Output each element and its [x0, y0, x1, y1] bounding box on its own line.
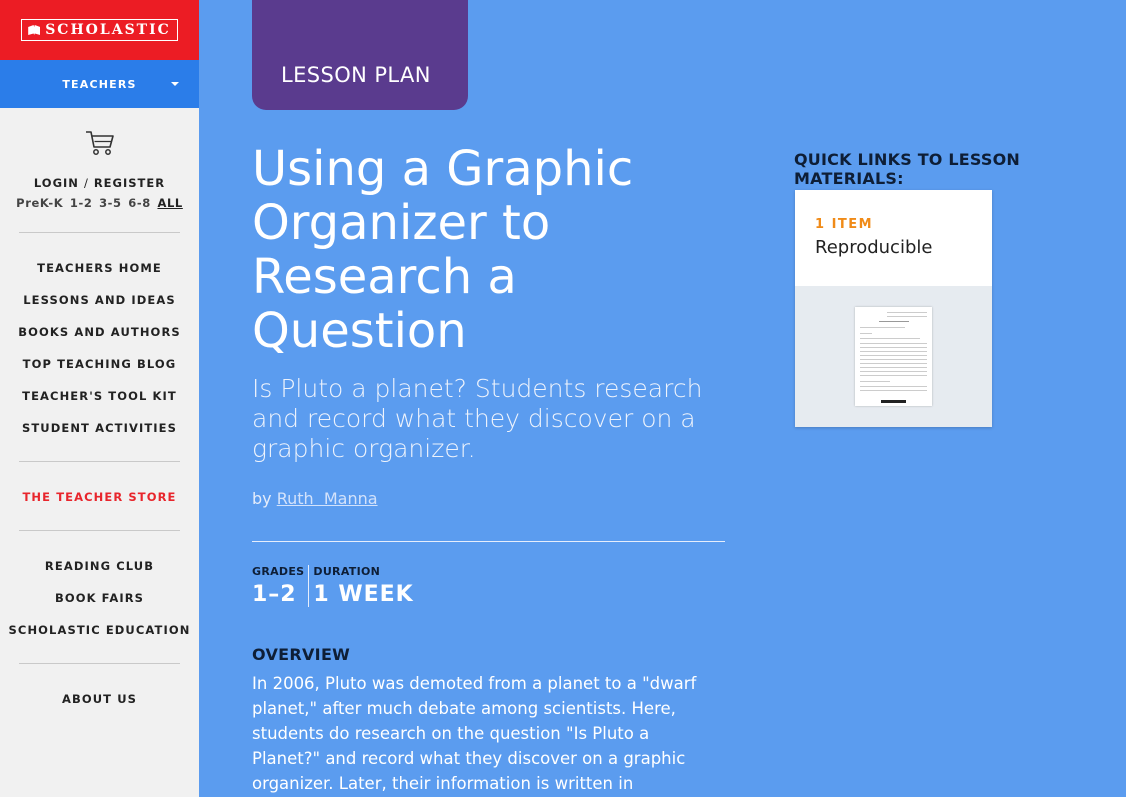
- nav-student-activities[interactable]: STUDENT ACTIVITIES: [0, 412, 199, 444]
- nav-reading-club[interactable]: READING CLUB: [0, 550, 199, 582]
- grade-3-5[interactable]: 3-5: [99, 196, 122, 210]
- byline: by Ruth Manna: [252, 489, 378, 508]
- grades-value: 1–2: [252, 582, 297, 607]
- quick-links-heading: QUICK LINKS TO LESSON MATERIALS:: [794, 150, 1021, 188]
- nav-teachers-home[interactable]: TEACHERS HOME: [0, 252, 199, 284]
- nav-teacher-store[interactable]: THE TEACHER STORE: [0, 481, 199, 513]
- nav-lessons-and-ideas[interactable]: LESSONS AND IDEAS: [0, 284, 199, 316]
- shopping-cart-icon: [85, 131, 114, 155]
- overview-heading: OVERVIEW: [252, 645, 351, 664]
- nav-books-and-authors[interactable]: BOOKS AND AUTHORS: [0, 316, 199, 348]
- lesson-meta: GRADES 1–2 DURATION 1 WEEK: [252, 565, 418, 607]
- teachers-dropdown[interactable]: TEACHERS: [0, 60, 199, 108]
- nav-about-us[interactable]: ABOUT US: [0, 683, 199, 715]
- nav-book-fairs[interactable]: BOOK FAIRS: [0, 582, 199, 614]
- login-register: LOGIN / REGISTER: [0, 176, 199, 190]
- grades-block: GRADES 1–2: [252, 565, 308, 607]
- item-count: 1 ITEM: [815, 217, 874, 232]
- scholastic-logo[interactable]: SCHOLASTIC: [21, 19, 178, 41]
- grade-prek-k[interactable]: PreK-K: [16, 196, 63, 210]
- login-link[interactable]: LOGIN: [34, 176, 79, 190]
- lesson-plan-tab: LESSON PLAN: [252, 0, 468, 110]
- divider: [252, 541, 725, 542]
- nav-group-about: ABOUT US: [0, 664, 199, 732]
- nav-teachers-tool-kit[interactable]: TEACHER'S TOOL KIT: [0, 380, 199, 412]
- nav-group-store: THE TEACHER STORE: [0, 462, 199, 530]
- grade-all[interactable]: ALL: [157, 196, 182, 210]
- nav-group-programs: READING CLUB BOOK FAIRS SCHOLASTIC EDUCA…: [0, 531, 199, 663]
- byline-prefix: by: [252, 489, 272, 508]
- logo-text: SCHOLASTIC: [45, 22, 171, 38]
- brand-bar: SCHOLASTIC: [0, 0, 199, 60]
- materials-card[interactable]: 1 ITEM Reproducible: [795, 190, 992, 427]
- cart-button[interactable]: [0, 130, 199, 156]
- lesson-title: Using a Graphic Organizer to Research a …: [252, 141, 634, 359]
- lesson-subtitle: Is Pluto a planet? Students research and…: [252, 374, 703, 463]
- sidebar: SCHOLASTIC TEACHERS LOGIN / REGISTER Pre…: [0, 0, 199, 797]
- caret-down-icon: [171, 82, 179, 86]
- overview-text: In 2006, Pluto was demoted from a planet…: [252, 674, 697, 793]
- duration-label: DURATION: [313, 565, 381, 578]
- duration-value: 1 WEEK: [313, 582, 414, 607]
- document-preview-icon: [855, 307, 932, 406]
- book-icon: [28, 25, 41, 35]
- grade-1-2[interactable]: 1-2: [70, 196, 93, 210]
- register-link[interactable]: REGISTER: [94, 176, 165, 190]
- login-separator: /: [83, 176, 89, 190]
- grade-filter: PreK-K 1-2 3-5 6-8 ALL: [0, 196, 199, 210]
- nav-group-main: TEACHERS HOME LESSONS AND IDEAS BOOKS AN…: [0, 233, 199, 461]
- author-link[interactable]: Ruth Manna: [277, 489, 378, 508]
- grade-6-8[interactable]: 6-8: [128, 196, 151, 210]
- nav-scholastic-education[interactable]: SCHOLASTIC EDUCATION: [0, 614, 199, 646]
- reproducible-thumbnail[interactable]: [795, 286, 992, 427]
- material-type: Reproducible: [815, 237, 933, 258]
- duration-block: DURATION 1 WEEK: [308, 565, 417, 607]
- lesson-plan-label: LESSON PLAN: [281, 63, 431, 87]
- nav-top-teaching-blog[interactable]: TOP TEACHING BLOG: [0, 348, 199, 380]
- teachers-label: TEACHERS: [62, 77, 137, 91]
- grades-label: GRADES: [252, 565, 305, 578]
